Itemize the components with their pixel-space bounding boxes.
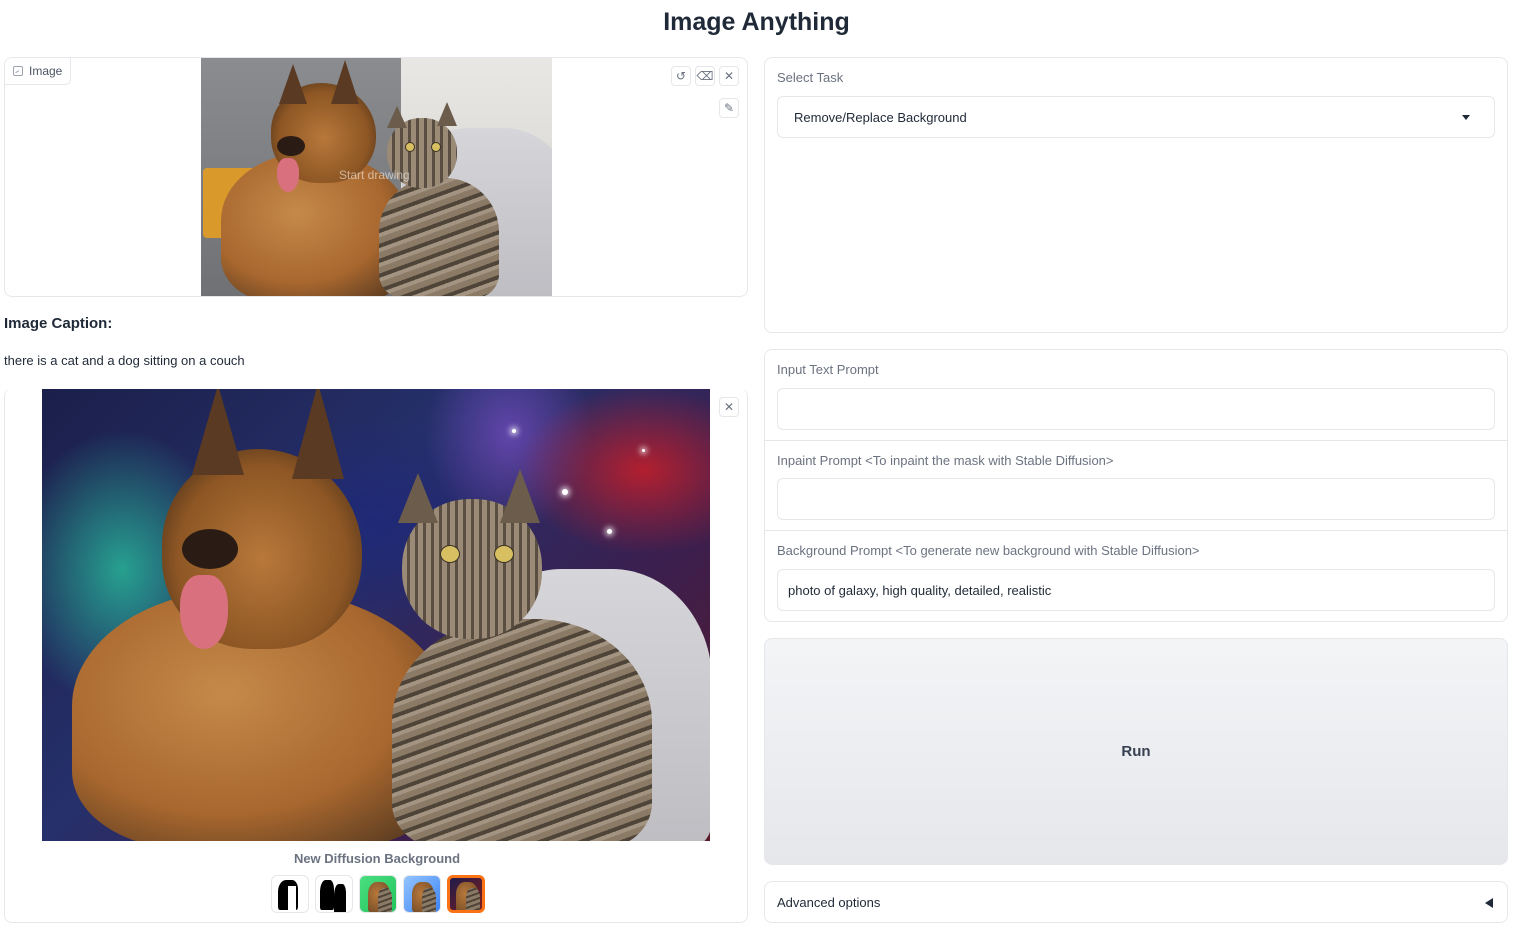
output-photo[interactable] <box>42 389 710 841</box>
brush-icon[interactable]: ✎ <box>719 98 739 118</box>
cat-body <box>379 178 499 296</box>
image-icon <box>13 66 23 76</box>
input-photo[interactable]: Start drawing <box>201 58 552 296</box>
input-image-editor[interactable]: Image Start drawing ↺ ⌫ ✕ ✎ <box>4 57 748 297</box>
task-panel: Select Task Remove/Replace Background <box>764 57 1508 333</box>
cat-ear-left <box>398 473 438 523</box>
cat-ear-right <box>500 469 540 523</box>
caption-text: there is a cat and a dog sitting on a co… <box>4 353 245 368</box>
undo-icon[interactable]: ↺ <box>671 66 691 86</box>
image-label-chip: Image <box>5 58 72 85</box>
task-dropdown[interactable]: Remove/Replace Background <box>777 96 1495 138</box>
select-task-label: Select Task <box>777 70 844 85</box>
dog-tongue <box>277 158 299 192</box>
cat-body <box>392 619 652 841</box>
output-gallery: ✕ New Diffusion Background <box>4 388 748 923</box>
dog-ear-left <box>192 389 244 475</box>
background-prompt-field[interactable]: photo of galaxy, high quality, detailed,… <box>777 569 1495 611</box>
advanced-options-accordion[interactable]: Advanced options <box>764 881 1508 923</box>
gallery-caption: New Diffusion Background <box>293 851 461 866</box>
dog-nose <box>182 529 238 569</box>
cat-eye-left <box>440 545 460 563</box>
thumbnail-galaxy-background[interactable] <box>447 875 485 913</box>
thumb-cat <box>422 888 436 912</box>
divider <box>765 530 1507 531</box>
close-icon[interactable]: ✕ <box>719 66 739 86</box>
caption-heading: Image Caption: <box>4 315 113 332</box>
mask-gap <box>288 886 296 910</box>
thumbnail-strip <box>271 875 485 913</box>
thumb-cat <box>466 888 480 910</box>
cat-ear-left <box>387 106 407 128</box>
divider <box>765 440 1507 441</box>
thumb-cat <box>378 888 392 912</box>
input-text-prompt-label: Input Text Prompt <box>777 362 879 377</box>
image-label: Image <box>29 64 63 78</box>
galaxy-star <box>512 429 516 433</box>
input-text-prompt-field[interactable] <box>777 388 1495 430</box>
thumbnail-mask[interactable] <box>271 875 309 913</box>
run-button[interactable]: Run <box>764 638 1508 865</box>
chevron-down-icon <box>1462 115 1470 120</box>
dog-nose <box>277 136 305 156</box>
page-title: Image Anything <box>663 8 850 36</box>
caret-left-icon <box>1485 898 1493 908</box>
thumbnail-green-background[interactable] <box>359 875 397 913</box>
prompts-panel: Input Text Prompt Inpaint Prompt <To inp… <box>764 349 1508 622</box>
inpaint-prompt-label: Inpaint Prompt <To inpaint the mask with… <box>777 453 1114 468</box>
advanced-options-label: Advanced options <box>777 894 881 910</box>
cat-eye-right <box>494 545 514 563</box>
thumbnail-blue-background[interactable] <box>403 875 441 913</box>
inpaint-prompt-field[interactable] <box>777 478 1495 520</box>
dog-tongue <box>180 575 228 649</box>
cat-ear-right <box>437 102 457 126</box>
eraser-icon[interactable]: ⌫ <box>695 66 715 86</box>
cat-eye-left <box>405 142 415 152</box>
mask-shape <box>320 880 334 910</box>
galaxy-star <box>607 529 612 534</box>
cat-eye-right <box>431 142 441 152</box>
dog-ear-left <box>279 64 307 104</box>
draw-hint-text: Start drawing <box>339 168 410 182</box>
dog-ear-right <box>331 60 359 104</box>
thumbnail-mask-inverted[interactable] <box>315 875 353 913</box>
task-dropdown-value: Remove/Replace Background <box>794 109 967 125</box>
background-prompt-label: Background Prompt <To generate new backg… <box>777 543 1200 558</box>
dog-ear-right <box>292 389 344 479</box>
galaxy-star <box>562 489 568 495</box>
mask-shape <box>334 884 346 912</box>
galaxy-star <box>642 449 645 452</box>
close-icon[interactable]: ✕ <box>719 397 739 417</box>
